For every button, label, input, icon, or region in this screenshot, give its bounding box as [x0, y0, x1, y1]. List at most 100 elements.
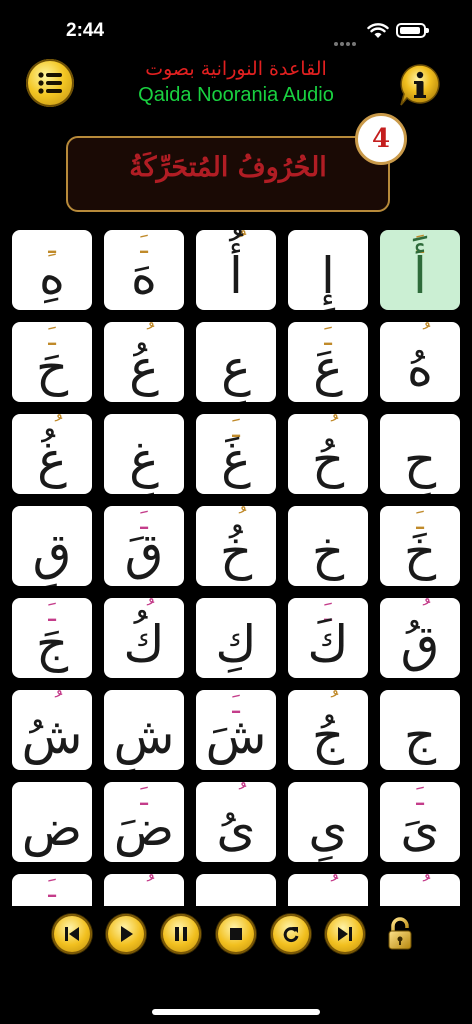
- letter-tile[interactable]: جِ: [380, 690, 460, 770]
- arabic-letter: خِ: [311, 523, 345, 581]
- pause-icon: [175, 927, 187, 941]
- harakah-mark: ُ: [288, 876, 368, 902]
- arabic-letter: هِ: [38, 247, 66, 305]
- arabic-letter: خُ: [219, 523, 253, 581]
- lesson-number-badge: 4: [355, 113, 407, 165]
- letter-tile[interactable]: ـَ ضَ: [104, 782, 184, 862]
- arabic-letter: خَ: [403, 523, 437, 581]
- letters-scroll-area[interactable]: ـِهِـَهَُأُإِـَأَـَحَُعُعِـَعَُهُُغُغِـَ…: [0, 224, 472, 906]
- arabic-letter: قَ: [124, 523, 164, 581]
- skip-previous-icon: [65, 927, 79, 941]
- letter-tile[interactable]: ـَ هَ: [104, 230, 184, 310]
- arabic-letter: غُ: [37, 431, 67, 489]
- info-icon[interactable]: [397, 62, 443, 108]
- arabic-letter: ىِ: [308, 799, 348, 857]
- stop-icon: [230, 928, 242, 940]
- letter-tile[interactable]: ُخُ: [196, 506, 276, 586]
- letter-tile[interactable]: ُىُ: [196, 782, 276, 862]
- letter-tile[interactable]: ـَ كَ: [288, 598, 368, 678]
- letter-tile[interactable]: ـَ خَ: [380, 506, 460, 586]
- letter-tile[interactable]: ـَ جَ: [12, 598, 92, 678]
- letter-tile[interactable]: ـَ ىَ: [380, 782, 460, 862]
- arabic-letter: شُ: [21, 707, 83, 765]
- letter-tile[interactable]: ُعُ: [104, 322, 184, 402]
- arabic-letter: هُ: [406, 339, 434, 397]
- playback-controls: [0, 912, 472, 964]
- arabic-letter: حُ: [311, 431, 345, 489]
- letter-tile[interactable]: قِ: [12, 506, 92, 586]
- letter-tile[interactable]: ُأُ: [196, 230, 276, 310]
- arabic-letter: قِ: [32, 523, 72, 581]
- app-title-english: Qaida Noorania Audio: [138, 84, 334, 106]
- stop-button[interactable]: [216, 914, 256, 954]
- letter-tile[interactable]: ضِ: [12, 782, 92, 862]
- status-time: 2:44: [66, 20, 105, 41]
- arabic-letter: جَ: [35, 615, 69, 673]
- home-indicator: [152, 1009, 320, 1015]
- letter-tile[interactable]: ُحُ: [288, 414, 368, 494]
- next-button[interactable]: [325, 914, 365, 954]
- letter-tile[interactable]: ُهُ: [380, 322, 460, 402]
- arabic-letter: عَ: [313, 339, 343, 397]
- letter-tile[interactable]: ُ: [104, 874, 184, 906]
- arabic-letter: شِ: [113, 707, 175, 765]
- play-icon: [121, 926, 133, 942]
- letter-tile[interactable]: [196, 874, 276, 906]
- play-button[interactable]: [106, 914, 146, 954]
- arabic-letter: حِ: [403, 431, 437, 489]
- app-title-arabic: القاعدة النورانية بصوت: [145, 58, 327, 80]
- harakah-mark: ُ: [380, 876, 460, 902]
- letter-tile[interactable]: ـِ هِ: [12, 230, 92, 310]
- arabic-letter: ىُ: [216, 799, 256, 857]
- arabic-letter: حَ: [35, 339, 69, 397]
- arabic-letter: غِ: [129, 431, 159, 489]
- lock-icon[interactable]: [386, 916, 414, 952]
- letter-tile[interactable]: ـَ شَ: [196, 690, 276, 770]
- letter-tile[interactable]: ُجُ: [288, 690, 368, 770]
- arabic-letter: أُ: [229, 247, 243, 305]
- letter-tile[interactable]: إِ: [288, 230, 368, 310]
- arabic-letter: إِ: [321, 247, 335, 305]
- status-bar: 2:44: [0, 0, 472, 56]
- arabic-letter: كِ: [215, 615, 257, 673]
- letter-tile[interactable]: غِ: [104, 414, 184, 494]
- letter-tile[interactable]: ُكُ: [104, 598, 184, 678]
- menu-button[interactable]: [26, 59, 74, 107]
- letter-tile[interactable]: ُ: [288, 874, 368, 906]
- arabic-letter: جُ: [311, 707, 345, 765]
- arabic-letter: شَ: [205, 707, 267, 765]
- repeat-button[interactable]: [271, 914, 311, 954]
- cellular-dots-icon: [334, 31, 358, 46]
- harakah-mark: ـَ: [48, 874, 56, 904]
- letter-tile[interactable]: شِ: [104, 690, 184, 770]
- letter-tile[interactable]: ُقُ: [380, 598, 460, 678]
- letter-tile[interactable]: ُشُ: [12, 690, 92, 770]
- letter-tile[interactable]: ُ: [380, 874, 460, 906]
- arabic-letter: ضَ: [113, 799, 175, 857]
- skip-next-icon: [338, 927, 352, 941]
- list-menu-icon: [38, 72, 62, 94]
- letter-tile[interactable]: ـَ أَ: [380, 230, 460, 310]
- arabic-letter: أَ: [413, 247, 427, 305]
- letter-tile[interactable]: ـَ حَ: [12, 322, 92, 402]
- letter-tile[interactable]: ـَ غَ: [196, 414, 276, 494]
- letter-tile[interactable]: ـَ قَ: [104, 506, 184, 586]
- previous-button[interactable]: [52, 914, 92, 954]
- letters-grid: ـِهِـَهَُأُإِـَأَـَحَُعُعِـَعَُهُُغُغِـَ…: [12, 230, 460, 906]
- letter-tile[interactable]: كِ: [196, 598, 276, 678]
- letter-tile[interactable]: ُغُ: [12, 414, 92, 494]
- letter-tile[interactable]: ـَ عَ: [288, 322, 368, 402]
- arabic-letter: ضِ: [21, 799, 83, 857]
- letter-tile[interactable]: ىِ: [288, 782, 368, 862]
- arabic-letter: ىَ: [400, 799, 440, 857]
- arabic-letter: هَ: [130, 247, 158, 305]
- letter-tile[interactable]: عِ: [196, 322, 276, 402]
- letter-tile[interactable]: خِ: [288, 506, 368, 586]
- pause-button[interactable]: [161, 914, 201, 954]
- letter-tile[interactable]: ـَ: [12, 874, 92, 906]
- arabic-letter: قُ: [400, 615, 440, 673]
- lesson-title: الحُرُوفُ المُتحَرِّكَةُ: [129, 152, 327, 183]
- letter-tile[interactable]: حِ: [380, 414, 460, 494]
- arabic-letter: جِ: [403, 707, 437, 765]
- arabic-letter: كُ: [123, 615, 165, 673]
